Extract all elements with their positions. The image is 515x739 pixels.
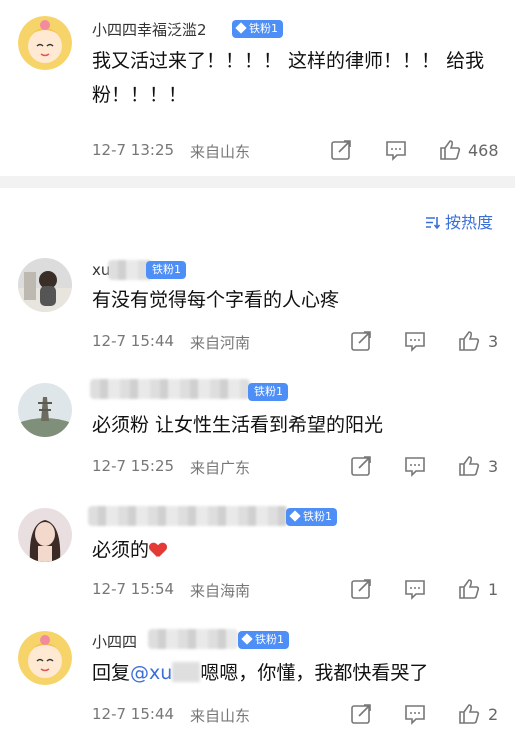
reply-icon[interactable]: [403, 329, 427, 353]
comment-location: 来自山东: [190, 707, 251, 725]
share-icon[interactable]: [329, 138, 353, 162]
share-icon[interactable]: [349, 577, 373, 601]
sort-button[interactable]: 按热度: [425, 209, 493, 233]
comment-item: 小四四幸福泛滥2 铁粉1 我又活过来了！！！！ 这样的律师！！！ 给我粉！！！！…: [0, 0, 515, 176]
comment-date: 12-7 15:54: [92, 580, 175, 598]
reply-icon[interactable]: [403, 577, 427, 601]
like-count: 3: [488, 457, 499, 476]
comment-location: 来自山东: [190, 143, 251, 161]
comment-text: 必须粉 让女性生活看到希望的阳光: [92, 414, 384, 436]
username[interactable]: 小四四幸福泛滥2: [92, 19, 207, 40]
diamond-icon: [241, 633, 253, 645]
comment-location: 来自河南: [190, 334, 251, 352]
blurred-username: [148, 629, 238, 649]
blurred-username: [90, 379, 250, 399]
avatar[interactable]: [18, 508, 72, 562]
fan-badge: 铁粉1: [248, 383, 288, 401]
share-icon[interactable]: [349, 329, 373, 353]
comment-text: 回复@xu 嗯嗯，你懂，我都快看哭了: [92, 662, 429, 684]
comment-item: xu 铁粉1 有没有觉得每个字看的人心疼 12-7 15:44 来自河南 3: [0, 250, 515, 370]
reply-icon[interactable]: [403, 454, 427, 478]
share-icon[interactable]: [349, 702, 373, 726]
comment-location: 来自广东: [190, 459, 251, 477]
heart-emoji-icon: [150, 543, 166, 557]
comment-date: 12-7 15:44: [92, 332, 175, 350]
comment-item: 铁粉1 必须粉 让女性生活看到希望的阳光 12-7 15:25 来自广东 3: [0, 375, 515, 495]
diamond-icon: [289, 510, 301, 522]
fan-badge: 铁粉1: [146, 261, 186, 279]
like-icon[interactable]: [457, 329, 481, 353]
like-icon[interactable]: [457, 702, 481, 726]
fan-badge: 铁粉1: [232, 20, 283, 38]
reply-icon[interactable]: [384, 138, 408, 162]
comment-text: 有没有觉得每个字看的人心疼: [92, 289, 340, 311]
comment-date: 12-7 13:25: [92, 141, 175, 159]
like-count: 1: [488, 580, 499, 599]
avatar[interactable]: [18, 631, 72, 685]
comment-date: 12-7 15:44: [92, 705, 175, 723]
share-icon[interactable]: [349, 454, 373, 478]
like-count: 3: [488, 332, 499, 351]
fan-badge: 铁粉1: [286, 508, 337, 526]
avatar[interactable]: [18, 383, 72, 437]
comment-item: 铁粉1 必须的 12-7 15:54 来自海南 1: [0, 500, 515, 620]
fan-badge: 铁粉1: [238, 631, 289, 649]
diamond-icon: [235, 22, 247, 34]
username[interactable]: 小四四: [92, 631, 137, 652]
comment-item: 小四四 铁粉1 回复@xu 嗯嗯，你懂，我都快看哭了 12-7 15:44 来自山…: [0, 625, 515, 739]
like-count: 468: [468, 141, 499, 160]
blurred-mention: [172, 662, 201, 682]
sort-label: 按热度: [444, 213, 493, 232]
reply-icon[interactable]: [403, 702, 427, 726]
comment-text: 必须的: [92, 533, 502, 567]
like-icon[interactable]: [457, 454, 481, 478]
mention-link[interactable]: @xu: [130, 662, 172, 684]
avatar[interactable]: [18, 16, 72, 70]
avatar[interactable]: [18, 258, 72, 312]
blurred-username: [88, 506, 288, 526]
like-count: 2: [488, 705, 499, 724]
comment-location: 来自海南: [190, 582, 251, 600]
comment-date: 12-7 15:25: [92, 457, 175, 475]
sort-icon: [425, 217, 441, 230]
comment-text: 我又活过来了！！！！ 这样的律师！！！ 给我粉！！！！: [92, 50, 485, 106]
section-divider: [0, 176, 515, 188]
like-icon[interactable]: [438, 138, 462, 162]
like-icon[interactable]: [457, 577, 481, 601]
